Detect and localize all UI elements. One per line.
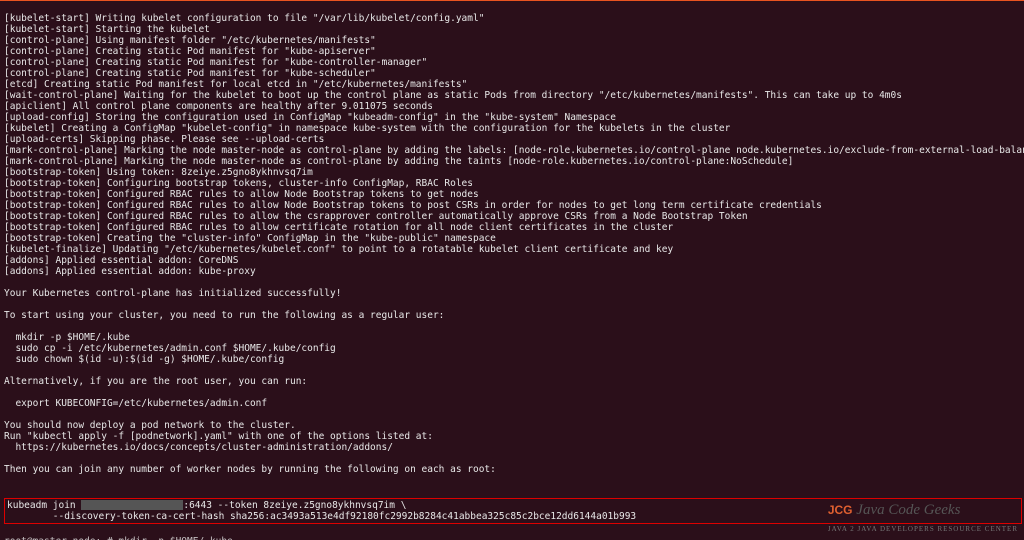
log-line: mkdir -p $HOME/.kube — [4, 332, 1022, 343]
log-line — [4, 387, 1022, 398]
log-line: [control-plane] Using manifest folder "/… — [4, 35, 1022, 46]
log-line: [control-plane] Creating static Pod mani… — [4, 68, 1022, 79]
log-line — [4, 453, 1022, 464]
log-line: [kubelet] Creating a ConfigMap "kubelet-… — [4, 123, 1022, 134]
log-line: https://kubernetes.io/docs/concepts/clus… — [4, 442, 1022, 453]
log-line: You should now deploy a pod network to t… — [4, 420, 1022, 431]
log-line: [upload-certs] Skipping phase. Please se… — [4, 134, 1022, 145]
log-line: [control-plane] Creating static Pod mani… — [4, 57, 1022, 68]
join-line-1: kubeadm join — [7, 500, 81, 511]
log-line: [kubelet-start] Starting the kubelet — [4, 24, 1022, 35]
log-line — [4, 365, 1022, 376]
log-line: [bootstrap-token] Configured RBAC rules … — [4, 211, 1022, 222]
log-line: [apiclient] All control plane components… — [4, 101, 1022, 112]
log-line: To start using your cluster, you need to… — [4, 310, 1022, 321]
watermark-logo: JCG Java Code Geeks JAVA 2 JAVA DEVELOPE… — [828, 502, 1018, 536]
log-line: [mark-control-plane] Marking the node ma… — [4, 145, 1022, 156]
shell-line: root@master-node:~# mkdir -p $HOME/.kube — [4, 536, 1022, 540]
log-line: sudo chown $(id -u):$(id -g) $HOME/.kube… — [4, 354, 1022, 365]
logo-tagline: JAVA 2 JAVA DEVELOPERS RESOURCE CENTER — [828, 525, 1018, 533]
log-line: [etcd] Creating static Pod manifest for … — [4, 79, 1022, 90]
log-line: [upload-config] Storing the configuratio… — [4, 112, 1022, 123]
log-line — [4, 475, 1022, 486]
redacted-ip — [81, 500, 183, 510]
log-line: [bootstrap-token] Using token: 8zeiye.z5… — [4, 167, 1022, 178]
log-line — [4, 299, 1022, 310]
log-line: [kubelet-finalize] Updating "/etc/kubern… — [4, 244, 1022, 255]
join-line-2: --discovery-token-ca-cert-hash sha256:ac… — [7, 511, 636, 522]
log-line: Your Kubernetes control-plane has initia… — [4, 288, 1022, 299]
log-line: [wait-control-plane] Waiting for the kub… — [4, 90, 1022, 101]
log-line: [bootstrap-token] Creating the "cluster-… — [4, 233, 1022, 244]
log-line: [addons] Applied essential addon: kube-p… — [4, 266, 1022, 277]
log-line — [4, 321, 1022, 332]
logo-name: Java Code Geeks — [856, 502, 960, 518]
post-join-commands: root@master-node:~# mkdir -p $HOME/.kube… — [4, 536, 1022, 540]
log-line: [bootstrap-token] Configured RBAC rules … — [4, 222, 1022, 233]
log-line: [kubelet-start] Writing kubelet configur… — [4, 13, 1022, 24]
logo-badge: JCG — [828, 503, 853, 517]
log-line: Run "kubectl apply -f [podnetwork].yaml"… — [4, 431, 1022, 442]
log-line: Alternatively, if you are the root user,… — [4, 376, 1022, 387]
log-line: [bootstrap-token] Configured RBAC rules … — [4, 200, 1022, 211]
log-line — [4, 409, 1022, 420]
log-line: [control-plane] Creating static Pod mani… — [4, 46, 1022, 57]
log-line: [bootstrap-token] Configured RBAC rules … — [4, 189, 1022, 200]
join-line-1-tail: :6443 --token 8zeiye.z5gno8ykhnvsq7im \ — [183, 500, 406, 511]
terminal-output[interactable]: [kubelet-start] Writing kubelet configur… — [0, 2, 1024, 540]
window-top-border — [0, 0, 1024, 1]
kubeadm-log-block: [kubelet-start] Writing kubelet configur… — [4, 13, 1022, 486]
log-line: sudo cp -i /etc/kubernetes/admin.conf $H… — [4, 343, 1022, 354]
log-line: Then you can join any number of worker n… — [4, 464, 1022, 475]
log-line — [4, 277, 1022, 288]
log-line: [bootstrap-token] Configuring bootstrap … — [4, 178, 1022, 189]
log-line: [mark-control-plane] Marking the node ma… — [4, 156, 1022, 167]
log-line: export KUBECONFIG=/etc/kubernetes/admin.… — [4, 398, 1022, 409]
log-line: [addons] Applied essential addon: CoreDN… — [4, 255, 1022, 266]
